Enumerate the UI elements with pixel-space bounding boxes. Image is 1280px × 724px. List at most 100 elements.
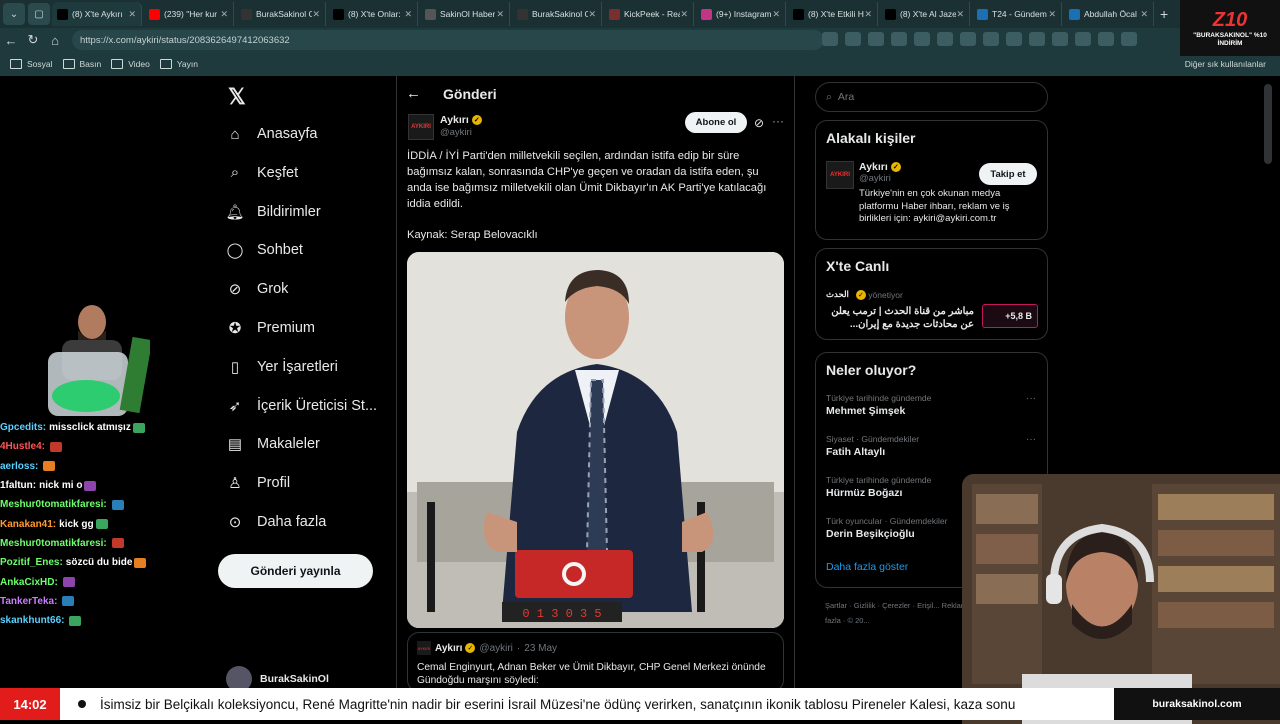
x-logo-icon[interactable]: 𝕏: [228, 84, 246, 110]
extension-icon[interactable]: [1121, 32, 1137, 46]
tab-favicon-icon: [149, 8, 160, 20]
live-card[interactable]: X'te Canlı الحدث ✓ yönetiyor مباشر من قنا…: [815, 248, 1048, 340]
browser-tab[interactable]: (239) "Her kur ✕: [144, 2, 234, 26]
browser-tab[interactable]: KickPeek - Rea ✕: [604, 2, 694, 26]
close-tab-icon[interactable]: ✕: [404, 9, 412, 20]
bookmark-folder[interactable]: Basın: [63, 59, 102, 69]
quoted-post[interactable]: AYKIRI Aykırı ✓ @aykiri · 23 May Cemal E…: [407, 632, 784, 692]
grok-icon[interactable]: ⊘: [754, 116, 764, 130]
trend-item[interactable]: Türkiye tarihinde gündemde Mehmet Şimşek ·…: [826, 393, 1036, 417]
home-icon[interactable]: ⌂: [44, 33, 66, 48]
bookmark-folder[interactable]: Yayın: [160, 59, 198, 69]
nav-item[interactable]: 🔔︎ Bildirimler: [225, 196, 320, 228]
reload-icon[interactable]: ↻: [22, 32, 44, 48]
browser-tab[interactable]: T24 - Gündem ✕: [972, 2, 1062, 26]
close-tab-icon[interactable]: ✕: [864, 9, 872, 20]
post-button[interactable]: Gönderi yayınla: [218, 554, 373, 588]
browser-tab[interactable]: SakinOl Haber ✕: [420, 2, 510, 26]
extension-icon[interactable]: [845, 32, 861, 46]
url-input[interactable]: https://x.com/aykiri/status/208362649741…: [72, 30, 824, 50]
close-tab-icon[interactable]: ✕: [496, 9, 504, 20]
extension-icon[interactable]: [868, 32, 884, 46]
emote-icon: [134, 557, 147, 568]
extension-icon[interactable]: [983, 32, 999, 46]
browser-tab[interactable]: (8) X'te Etkili H ✕: [788, 2, 878, 26]
extension-icon[interactable]: [1075, 32, 1091, 46]
trend-item[interactable]: Siyaset · Gündemdekiler Fatih Altaylı ···: [826, 434, 1036, 458]
browser-tab[interactable]: BurakSakinol G ✕: [512, 2, 602, 26]
more-options-icon[interactable]: ···: [1026, 393, 1036, 404]
more-options-icon[interactable]: ···: [1026, 434, 1036, 445]
related-avatar[interactable]: AYKIRI: [826, 161, 854, 189]
search-box[interactable]: ⌕ Ara: [815, 82, 1048, 112]
close-tab-icon[interactable]: ✕: [220, 9, 228, 20]
browser-tab[interactable]: BurakSakinol G ✕: [236, 2, 326, 26]
tab-groups-button[interactable]: ▢: [28, 3, 50, 25]
nav-item-label: Daha fazla: [257, 514, 327, 530]
trend-topic: Fatih Altaylı: [826, 446, 886, 458]
back-arrow-icon[interactable]: ←: [406, 85, 421, 102]
nav-item[interactable]: ◯ Sohbet: [226, 234, 303, 266]
browser-tab[interactable]: (8) X'te Onlar: ✕: [328, 2, 418, 26]
related-people-card: Alakalı kişiler AYKIRI Aykırı ✓ @aykiri T…: [815, 120, 1048, 240]
extension-icon[interactable]: [937, 32, 953, 46]
nav-item[interactable]: ▤ Makaleler: [226, 428, 320, 460]
extension-icon[interactable]: [914, 32, 930, 46]
close-tab-icon[interactable]: ✕: [312, 9, 320, 20]
other-bookmarks[interactable]: Diğer sık kullanılanlar: [1185, 59, 1266, 69]
extension-icon[interactable]: [1029, 32, 1045, 46]
extension-icon[interactable]: [822, 32, 838, 46]
close-tab-icon[interactable]: ✕: [1048, 9, 1056, 20]
close-tab-icon[interactable]: ✕: [680, 9, 688, 20]
more-options-icon[interactable]: ···: [772, 114, 784, 128]
nav-item[interactable]: ⊙ Daha fazla: [226, 506, 327, 538]
back-icon[interactable]: ←: [0, 33, 22, 48]
emote-icon: [111, 538, 124, 549]
extension-icon[interactable]: [960, 32, 976, 46]
extension-icon[interactable]: [1052, 32, 1068, 46]
author-handle[interactable]: @aykiri: [440, 127, 482, 138]
nav-item[interactable]: ⊘ Grok: [226, 273, 289, 305]
browser-tab[interactable]: Abdullah Öcal ✕: [1064, 2, 1154, 26]
nav-item[interactable]: ➶ İçerik Üreticisi St...: [226, 390, 377, 422]
close-tab-icon[interactable]: ✕: [128, 9, 136, 20]
scrollbar[interactable]: [1264, 84, 1272, 164]
browser-tab[interactable]: (8) X'te Aykırı ✕: [52, 2, 142, 26]
tab-menu-button[interactable]: ⌄: [3, 3, 25, 25]
extension-icon[interactable]: [1006, 32, 1022, 46]
close-tab-icon[interactable]: ✕: [588, 9, 596, 20]
nav-item-label: Anasayfa: [257, 126, 318, 142]
close-tab-icon[interactable]: ✕: [956, 9, 964, 20]
new-tab-button[interactable]: +: [1160, 6, 1168, 22]
emote-icon: [62, 596, 75, 607]
follow-button[interactable]: Takip et: [979, 163, 1037, 185]
nav-item[interactable]: ⌕ Keşfet: [226, 157, 298, 189]
extension-icon[interactable]: [891, 32, 907, 46]
close-tab-icon[interactable]: ✕: [772, 9, 780, 20]
subscribe-button[interactable]: Abone ol: [685, 112, 747, 133]
news-ticker: 14:02 İsimsiz bir Belçikalı koleksiyoncu…: [0, 688, 1280, 720]
chat-username: Kanakan41:: [0, 518, 57, 530]
close-tab-icon[interactable]: ✕: [1140, 9, 1148, 20]
nav-item[interactable]: ♙ Profil: [226, 467, 290, 499]
author-name[interactable]: Aykırı: [440, 114, 469, 126]
author-avatar[interactable]: AYKIRI: [408, 114, 434, 140]
post-image[interactable]: 0 1 3 0 3 5: [407, 252, 784, 628]
tab-label: BurakSakinol G: [532, 9, 589, 19]
chat-message: Pozitif_Enes: sözcü du bide: [0, 553, 210, 572]
browser-tab[interactable]: (8) X'te Al Jaze ✕: [880, 2, 970, 26]
search-icon: ⌕: [230, 164, 240, 182]
nav-item-label: Premium: [257, 320, 316, 336]
bookmark-folder[interactable]: Video: [111, 59, 150, 69]
nav-item-label: Grok: [257, 281, 289, 298]
show-more-link[interactable]: Daha fazla göster: [826, 561, 908, 573]
nav-item[interactable]: ▯ Yer İşaretleri: [226, 351, 338, 383]
browser-tab[interactable]: (9+) Instagram ✕: [696, 2, 786, 26]
post-author[interactable]: AYKIRI Aykırı ✓ @aykiri: [408, 114, 482, 140]
related-name[interactable]: Aykırı: [859, 161, 888, 173]
extension-icon[interactable]: [1098, 32, 1114, 46]
bookmark-folder[interactable]: Sosyal: [10, 59, 53, 69]
nav-item[interactable]: ⌂ Anasayfa: [226, 118, 317, 150]
nav-item[interactable]: ✪ Premium: [226, 312, 315, 344]
article-icon: ▤: [227, 436, 243, 454]
